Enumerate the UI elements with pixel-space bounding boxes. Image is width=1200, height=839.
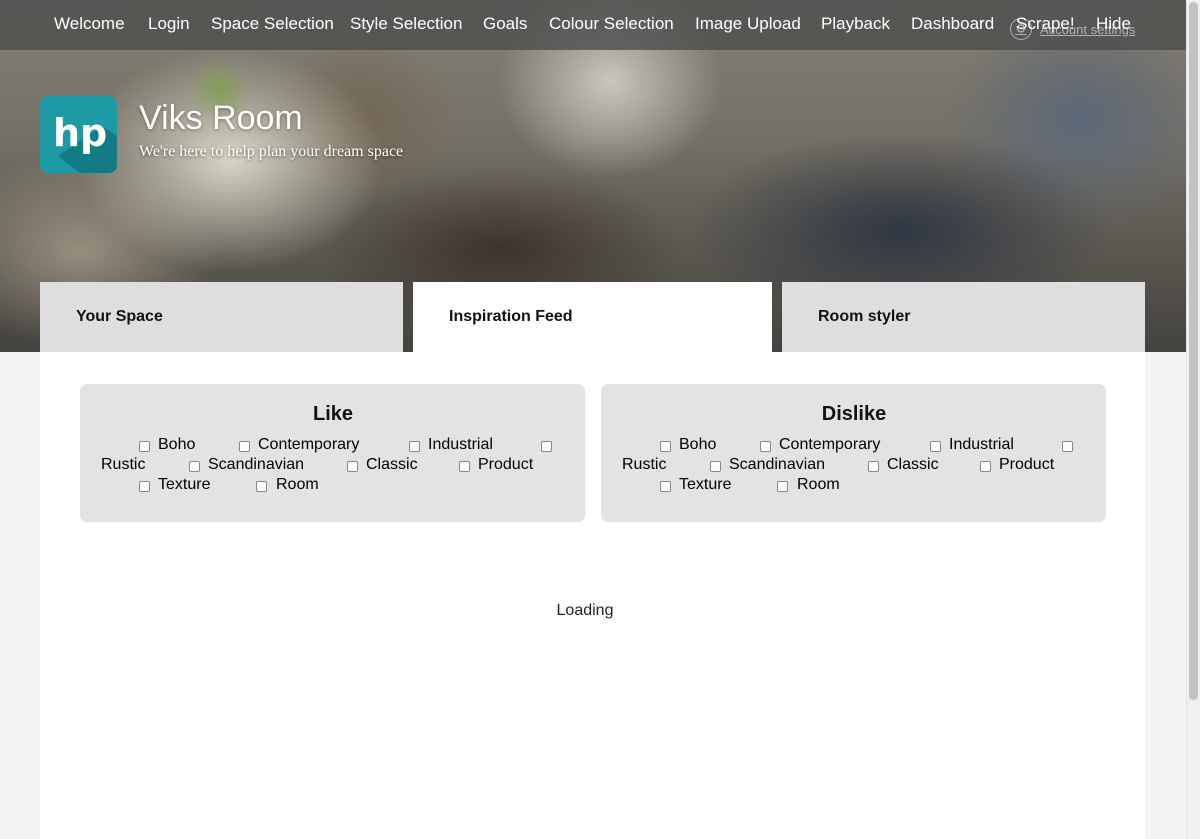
dislike-title: Dislike <box>821 403 887 425</box>
like-title: Like <box>312 403 354 425</box>
dislike-scandinavian-checkbox[interactable] <box>710 461 721 472</box>
like-contemporary-checkbox[interactable] <box>239 441 250 452</box>
like-boho-checkbox[interactable] <box>139 441 150 452</box>
like-room-label: Room <box>276 476 319 493</box>
like-product-label: Product <box>478 456 534 473</box>
top-navigation: Welcome Login Space Selection Style Sele… <box>0 0 1186 50</box>
dislike-row-3: Texture Room <box>622 476 1086 496</box>
nav-space-selection[interactable]: Space Selection <box>211 14 334 34</box>
nav-login[interactable]: Login <box>148 14 190 34</box>
dislike-contemporary-label: Contemporary <box>779 436 881 453</box>
dislike-room-label: Room <box>797 476 840 493</box>
dislike-rustic-checkbox[interactable] <box>1062 441 1073 452</box>
logo: hp <box>40 96 117 173</box>
site-title: Viks Room <box>139 99 303 137</box>
like-texture-checkbox[interactable] <box>139 481 150 492</box>
nav-scrape[interactable]: Scrape! <box>1016 14 1075 34</box>
tab-inspiration-feed[interactable]: Inspiration Feed <box>413 282 772 352</box>
like-texture-label: Texture <box>158 476 211 493</box>
nav-goals[interactable]: Goals <box>483 14 527 34</box>
site-tagline: We're here to help plan your dream space <box>139 143 404 160</box>
dislike-texture-label: Texture <box>679 476 732 493</box>
nav-playback[interactable]: Playback <box>821 14 890 34</box>
like-industrial-label: Industrial <box>428 436 493 453</box>
nav-style-selection[interactable]: Style Selection <box>350 14 462 34</box>
nav-welcome[interactable]: Welcome <box>54 14 125 34</box>
like-rustic-label: Rustic <box>101 456 146 473</box>
scrollbar[interactable] <box>1186 0 1200 839</box>
main-content: Like Boho Contemporary Industrial Rustic… <box>40 352 1145 839</box>
like-boho-label: Boho <box>158 436 196 453</box>
nav-dashboard[interactable]: Dashboard <box>911 14 994 34</box>
dislike-panel: Dislike Boho Contemporary Industrial Rus… <box>601 384 1106 522</box>
dislike-room-checkbox[interactable] <box>777 481 788 492</box>
dislike-boho-label: Boho <box>679 436 717 453</box>
logo-text: hp <box>53 111 107 155</box>
like-scandinavian-label: Scandinavian <box>208 456 305 473</box>
dislike-rustic-label: Rustic <box>622 456 667 473</box>
like-product-checkbox[interactable] <box>459 461 470 472</box>
like-panel: Like Boho Contemporary Industrial Rustic… <box>80 384 585 522</box>
tab-your-space[interactable]: Your Space <box>40 282 403 352</box>
dislike-row-1: Boho Contemporary Industrial <box>622 436 1086 456</box>
loading-indicator: Loading <box>556 602 614 619</box>
nav-image-upload[interactable]: Image Upload <box>695 14 801 34</box>
dislike-row-2: Rustic Scandinavian Classic Product <box>622 456 1086 476</box>
like-classic-checkbox[interactable] <box>347 461 358 472</box>
dislike-scandinavian-label: Scandinavian <box>729 456 826 473</box>
tab-room-styler[interactable]: Room styler <box>782 282 1145 352</box>
dislike-boho-checkbox[interactable] <box>660 441 671 452</box>
dislike-industrial-label: Industrial <box>949 436 1014 453</box>
like-classic-label: Classic <box>366 456 418 473</box>
dislike-industrial-checkbox[interactable] <box>930 441 941 452</box>
dislike-texture-checkbox[interactable] <box>660 481 671 492</box>
like-row-2: Rustic Scandinavian Classic Product <box>101 456 565 476</box>
dislike-product-checkbox[interactable] <box>980 461 991 472</box>
dislike-classic-label: Classic <box>887 456 939 473</box>
dislike-product-label: Product <box>999 456 1055 473</box>
like-row-1: Boho Contemporary Industrial <box>101 436 565 456</box>
like-industrial-checkbox[interactable] <box>409 441 420 452</box>
like-row-3: Texture Room <box>101 476 565 496</box>
like-scandinavian-checkbox[interactable] <box>189 461 200 472</box>
scrollbar-thumb[interactable] <box>1189 2 1198 700</box>
like-contemporary-label: Contemporary <box>258 436 360 453</box>
dislike-contemporary-checkbox[interactable] <box>760 441 771 452</box>
nav-colour-selection[interactable]: Colour Selection <box>549 14 674 34</box>
like-rustic-checkbox[interactable] <box>541 441 552 452</box>
dislike-classic-checkbox[interactable] <box>868 461 879 472</box>
nav-hide[interactable]: Hide <box>1096 14 1131 34</box>
like-room-checkbox[interactable] <box>256 481 267 492</box>
